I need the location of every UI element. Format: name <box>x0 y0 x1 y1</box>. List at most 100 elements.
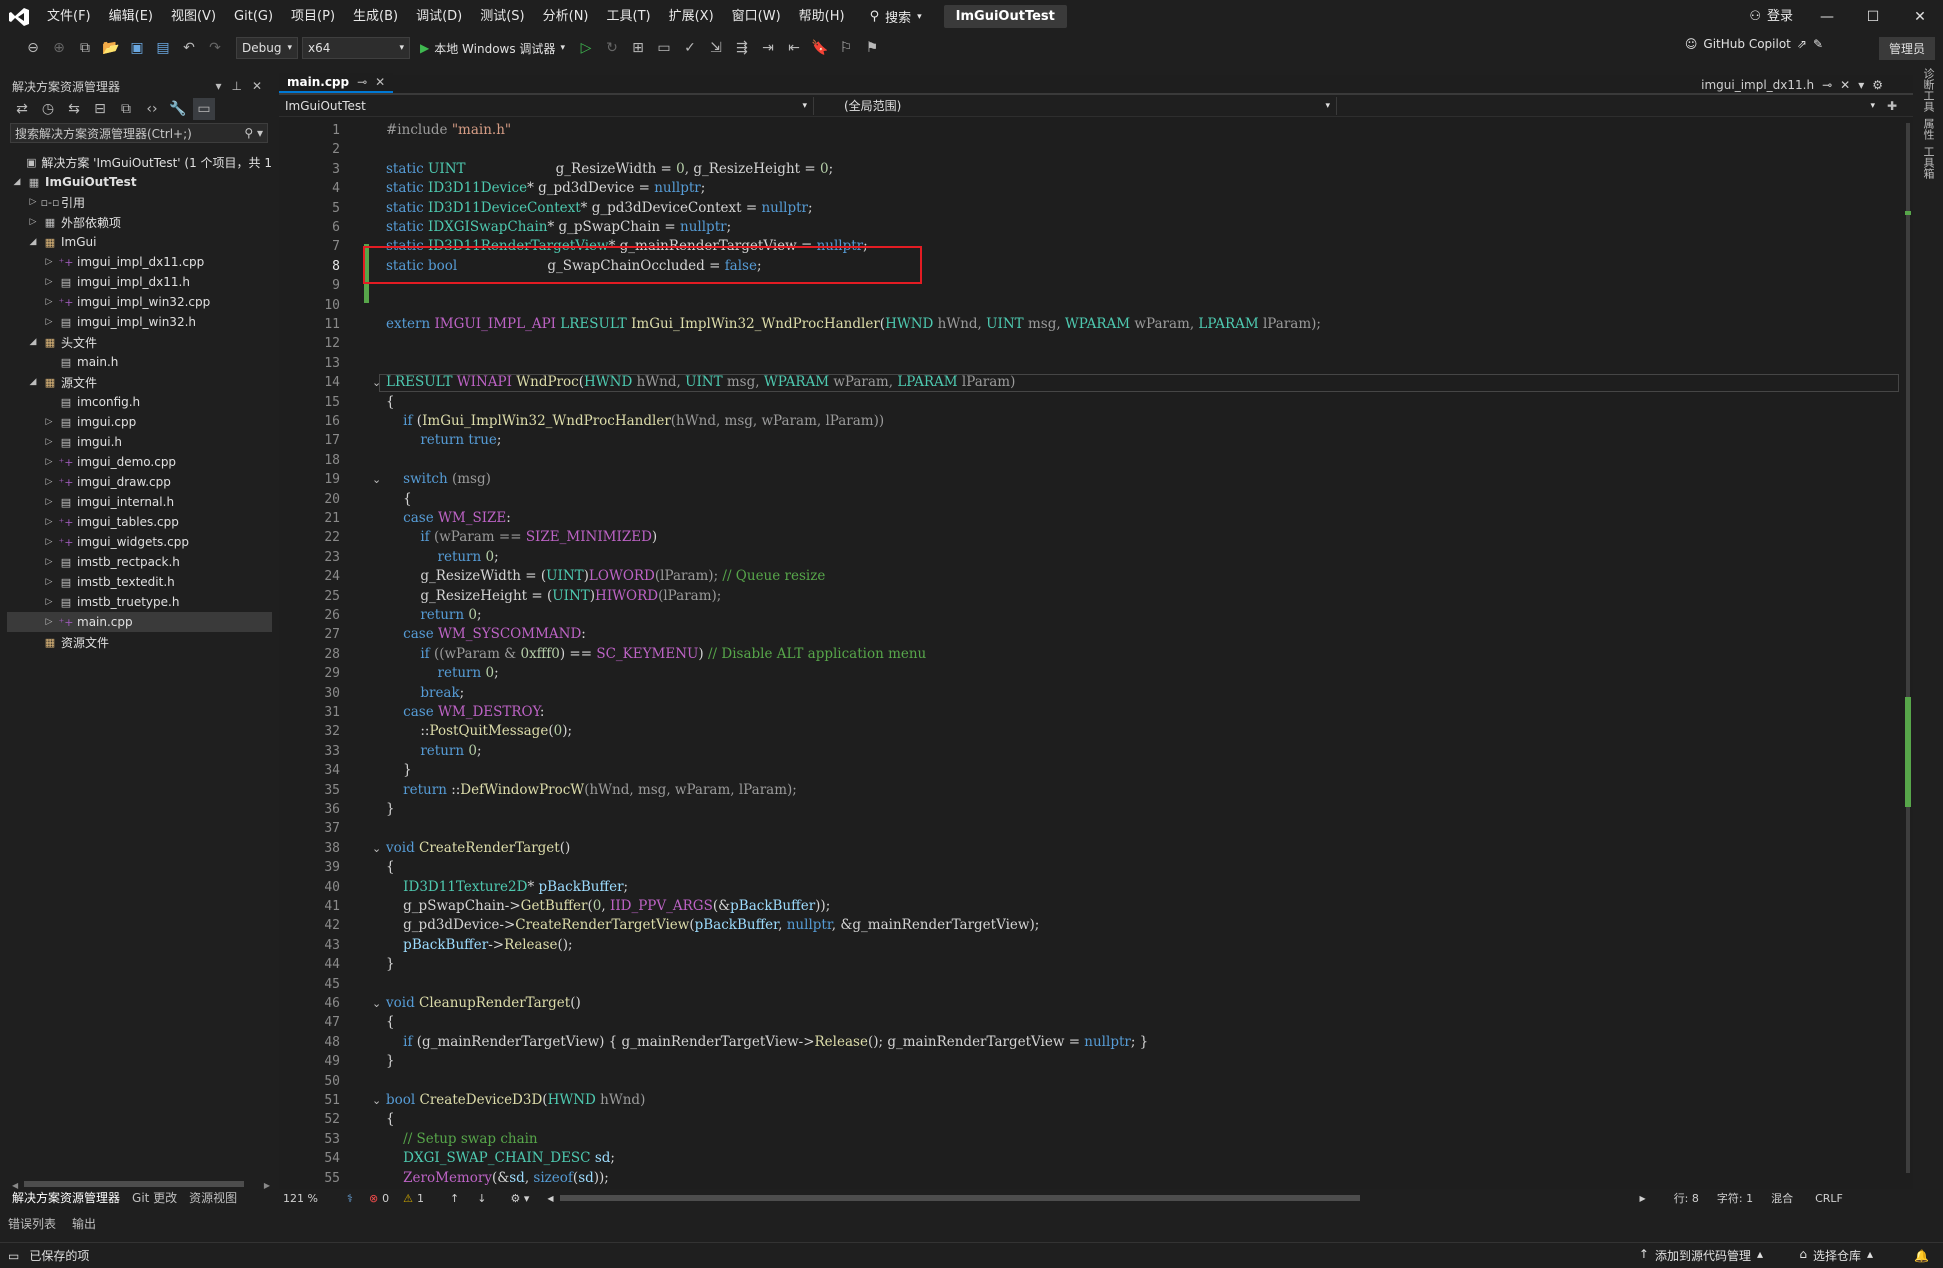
side-tool-tab[interactable]: 属性 <box>1920 118 1936 140</box>
tree-item[interactable]: ▷ ▤ imstb_textedit.h <box>7 572 272 592</box>
new-project-icon[interactable]: ⧉ <box>74 37 96 59</box>
error-count[interactable]: 0 <box>382 1192 389 1205</box>
chevron-down-icon[interactable]: ▾ <box>1858 78 1864 92</box>
code-icon[interactable]: ‹› <box>141 98 163 120</box>
menu-item[interactable]: 帮助(H) <box>790 0 854 33</box>
tree-item[interactable]: ▷ ▤ imstb_truetype.h <box>7 592 272 612</box>
tree-item[interactable]: ▷ ▫-▫ 引用 <box>7 192 272 212</box>
preview-icon[interactable]: ▭ <box>193 98 215 120</box>
maximize-button[interactable]: ☐ <box>1850 0 1896 33</box>
expand-toggle-icon[interactable]: ▷ <box>43 457 55 467</box>
tab-imgui-impl-dx11-h[interactable]: imgui_impl_dx11.h ⊸ ✕ ▾ ⚙ <box>1701 75 1883 95</box>
vertical-scrollbar[interactable] <box>1903 119 1913 1189</box>
expand-toggle-icon[interactable]: ▷ <box>43 517 55 527</box>
expand-toggle-icon[interactable]: ▷ <box>43 257 55 267</box>
menu-item[interactable]: 分析(N) <box>534 0 598 33</box>
tree-item[interactable]: ▷ ▤ imgui_impl_win32.h <box>7 312 272 332</box>
cleanup-icon[interactable]: ⚙ ▾ <box>510 1192 529 1205</box>
save-icon[interactable]: ▣ <box>126 37 148 59</box>
expand-toggle-icon[interactable]: ◢ <box>11 177 23 187</box>
output-tab[interactable]: 错误列表 <box>8 1215 56 1232</box>
open-icon[interactable]: 📂 <box>100 37 122 59</box>
editor-horizontal-scrollbar[interactable] <box>559 1195 1360 1201</box>
menu-item[interactable]: 测试(S) <box>471 0 533 33</box>
tree-item[interactable]: ▷ ▤ imgui.h <box>7 432 272 452</box>
back-icon[interactable]: ⊖ <box>22 37 44 59</box>
bookmark-icon[interactable]: 🔖 <box>809 37 831 59</box>
format-icon[interactable]: ⇶ <box>731 37 753 59</box>
close-icon[interactable]: ✕ <box>252 79 262 93</box>
code-area[interactable]: 1 #include "main.h" 2 3 static UINT g_Resize… <box>279 119 1901 1189</box>
expand-toggle-icon[interactable]: ◢ <box>27 237 39 247</box>
tree-item[interactable]: ◢ ▦ ImGui <box>7 232 272 252</box>
tree-item[interactable]: ▷ ⁺+ imgui_draw.cpp <box>7 472 272 492</box>
history-icon[interactable]: ◷ <box>37 98 59 120</box>
arrow-up-icon[interactable]: ↑ <box>450 1192 459 1205</box>
tree-item[interactable]: ◢ ▦ 源文件 <box>7 372 272 392</box>
pin-icon[interactable]: ⊥ <box>231 79 241 93</box>
collapse-all-icon[interactable]: ⊟ <box>89 98 111 120</box>
side-tool-tab[interactable]: 诊断工具 <box>1920 68 1936 112</box>
expand-toggle-icon[interactable]: ▷ <box>43 277 55 287</box>
tree-item[interactable]: ◢ ▦ ImGuiOutTest <box>7 172 272 192</box>
tree-item[interactable]: ◢ ▦ 头文件 <box>7 332 272 352</box>
tree-item[interactable]: ▷ ⁺+ imgui_demo.cpp <box>7 452 272 472</box>
expand-toggle-icon[interactable]: ◢ <box>27 377 39 387</box>
expand-toggle-icon[interactable]: ▷ <box>27 197 39 207</box>
menu-item[interactable]: 项目(P) <box>282 0 344 33</box>
tree-item[interactable]: ▷ ▤ imgui_impl_dx11.h <box>7 272 272 292</box>
expand-toggle-icon[interactable]: ▷ <box>43 437 55 447</box>
expand-toggle-icon[interactable]: ▷ <box>43 317 55 327</box>
pin-icon[interactable]: ⊸ <box>1822 78 1832 92</box>
tree-item[interactable]: ▷ ⁺+ imgui_widgets.cpp <box>7 532 272 552</box>
line-indicator[interactable]: 行: 8 <box>1674 1190 1699 1206</box>
minimize-button[interactable]: — <box>1804 0 1850 33</box>
restart-icon[interactable]: ↻ <box>601 37 623 59</box>
menu-item[interactable]: 扩展(X) <box>660 0 723 33</box>
split-icon[interactable]: ✚ <box>1887 99 1897 113</box>
menu-item[interactable]: 视图(V) <box>162 0 225 33</box>
expand-toggle-icon[interactable]: ▷ <box>43 497 55 507</box>
step-icon[interactable]: ⇲ <box>705 37 727 59</box>
menu-item[interactable]: 窗口(W) <box>723 0 790 33</box>
tree-item[interactable]: ▷ ▦ 外部依赖项 <box>7 212 272 232</box>
expand-toggle-icon[interactable]: ▷ <box>43 477 55 487</box>
bookmark-prev-icon[interactable]: ⚐ <box>835 37 857 59</box>
fold-toggle-icon[interactable]: ⌄ <box>372 373 384 392</box>
char-indicator[interactable]: 字符: 1 <box>1717 1190 1753 1206</box>
panel-tab[interactable]: Git 更改 <box>132 1189 177 1206</box>
run-without-debug-icon[interactable]: ▷ <box>575 37 597 59</box>
redo-icon[interactable]: ↷ <box>204 37 226 59</box>
menu-item[interactable]: Git(G) <box>225 0 282 33</box>
search-menu[interactable]: ⚲ 搜索 ▾ <box>862 7 930 26</box>
login-button[interactable]: ⚇ 登录 <box>1749 0 1793 33</box>
close-button[interactable]: ✕ <box>1897 0 1943 33</box>
fold-toggle-icon[interactable]: ⌄ <box>372 839 384 858</box>
project-dropdown[interactable]: ImGuiOutTest ▾ <box>279 96 814 115</box>
expand-toggle-icon[interactable]: ◢ <box>27 337 39 347</box>
tree-item[interactable]: ▣ 解决方案 'ImGuiOutTest' (1 个项目，共 1 <box>7 152 272 172</box>
arrow-down-icon[interactable]: ↓ <box>477 1192 486 1205</box>
member-dropdown[interactable]: ▾ <box>1337 97 1881 115</box>
expand-toggle-icon[interactable]: ▷ <box>43 417 55 427</box>
tree-item[interactable]: ▷ ▤ imgui.cpp <box>7 412 272 432</box>
menu-item[interactable]: 编辑(E) <box>100 0 162 33</box>
solution-search-input[interactable]: 搜索解决方案资源管理器(Ctrl+;) ⚲ ▾ <box>10 123 268 143</box>
menu-item[interactable]: 工具(T) <box>598 0 660 33</box>
menu-item[interactable]: 调试(D) <box>407 0 471 33</box>
tree-item[interactable]: ▷ ⁺+ imgui_impl_dx11.cpp <box>7 252 272 272</box>
browse-icon[interactable]: ⊞ <box>627 37 649 59</box>
hscroll-right[interactable]: ▶ <box>1640 1194 1646 1203</box>
tab-main-cpp[interactable]: main.cpp ⊸ ✕ <box>279 73 394 93</box>
gear-icon[interactable]: ⚙ <box>1872 78 1883 92</box>
expand-toggle-icon[interactable]: ▷ <box>43 597 55 607</box>
zoom-level[interactable]: 121 % <box>279 1192 339 1205</box>
fold-toggle-icon[interactable]: ⌄ <box>372 470 384 489</box>
platform-select[interactable]: x64 ▾ <box>302 37 410 59</box>
copy-icon[interactable]: ⧉ <box>115 98 137 120</box>
close-icon[interactable]: ✕ <box>1840 78 1850 92</box>
github-copilot-button[interactable]: ☺ GitHub Copilot ⇗ ✎ <box>1685 37 1823 51</box>
config-select[interactable]: Debug ▾ <box>236 37 298 59</box>
notification-icon[interactable]: 🔔 <box>1914 1249 1929 1263</box>
tree-item[interactable]: ▷ ⁺+ imgui_impl_win32.cpp <box>7 292 272 312</box>
